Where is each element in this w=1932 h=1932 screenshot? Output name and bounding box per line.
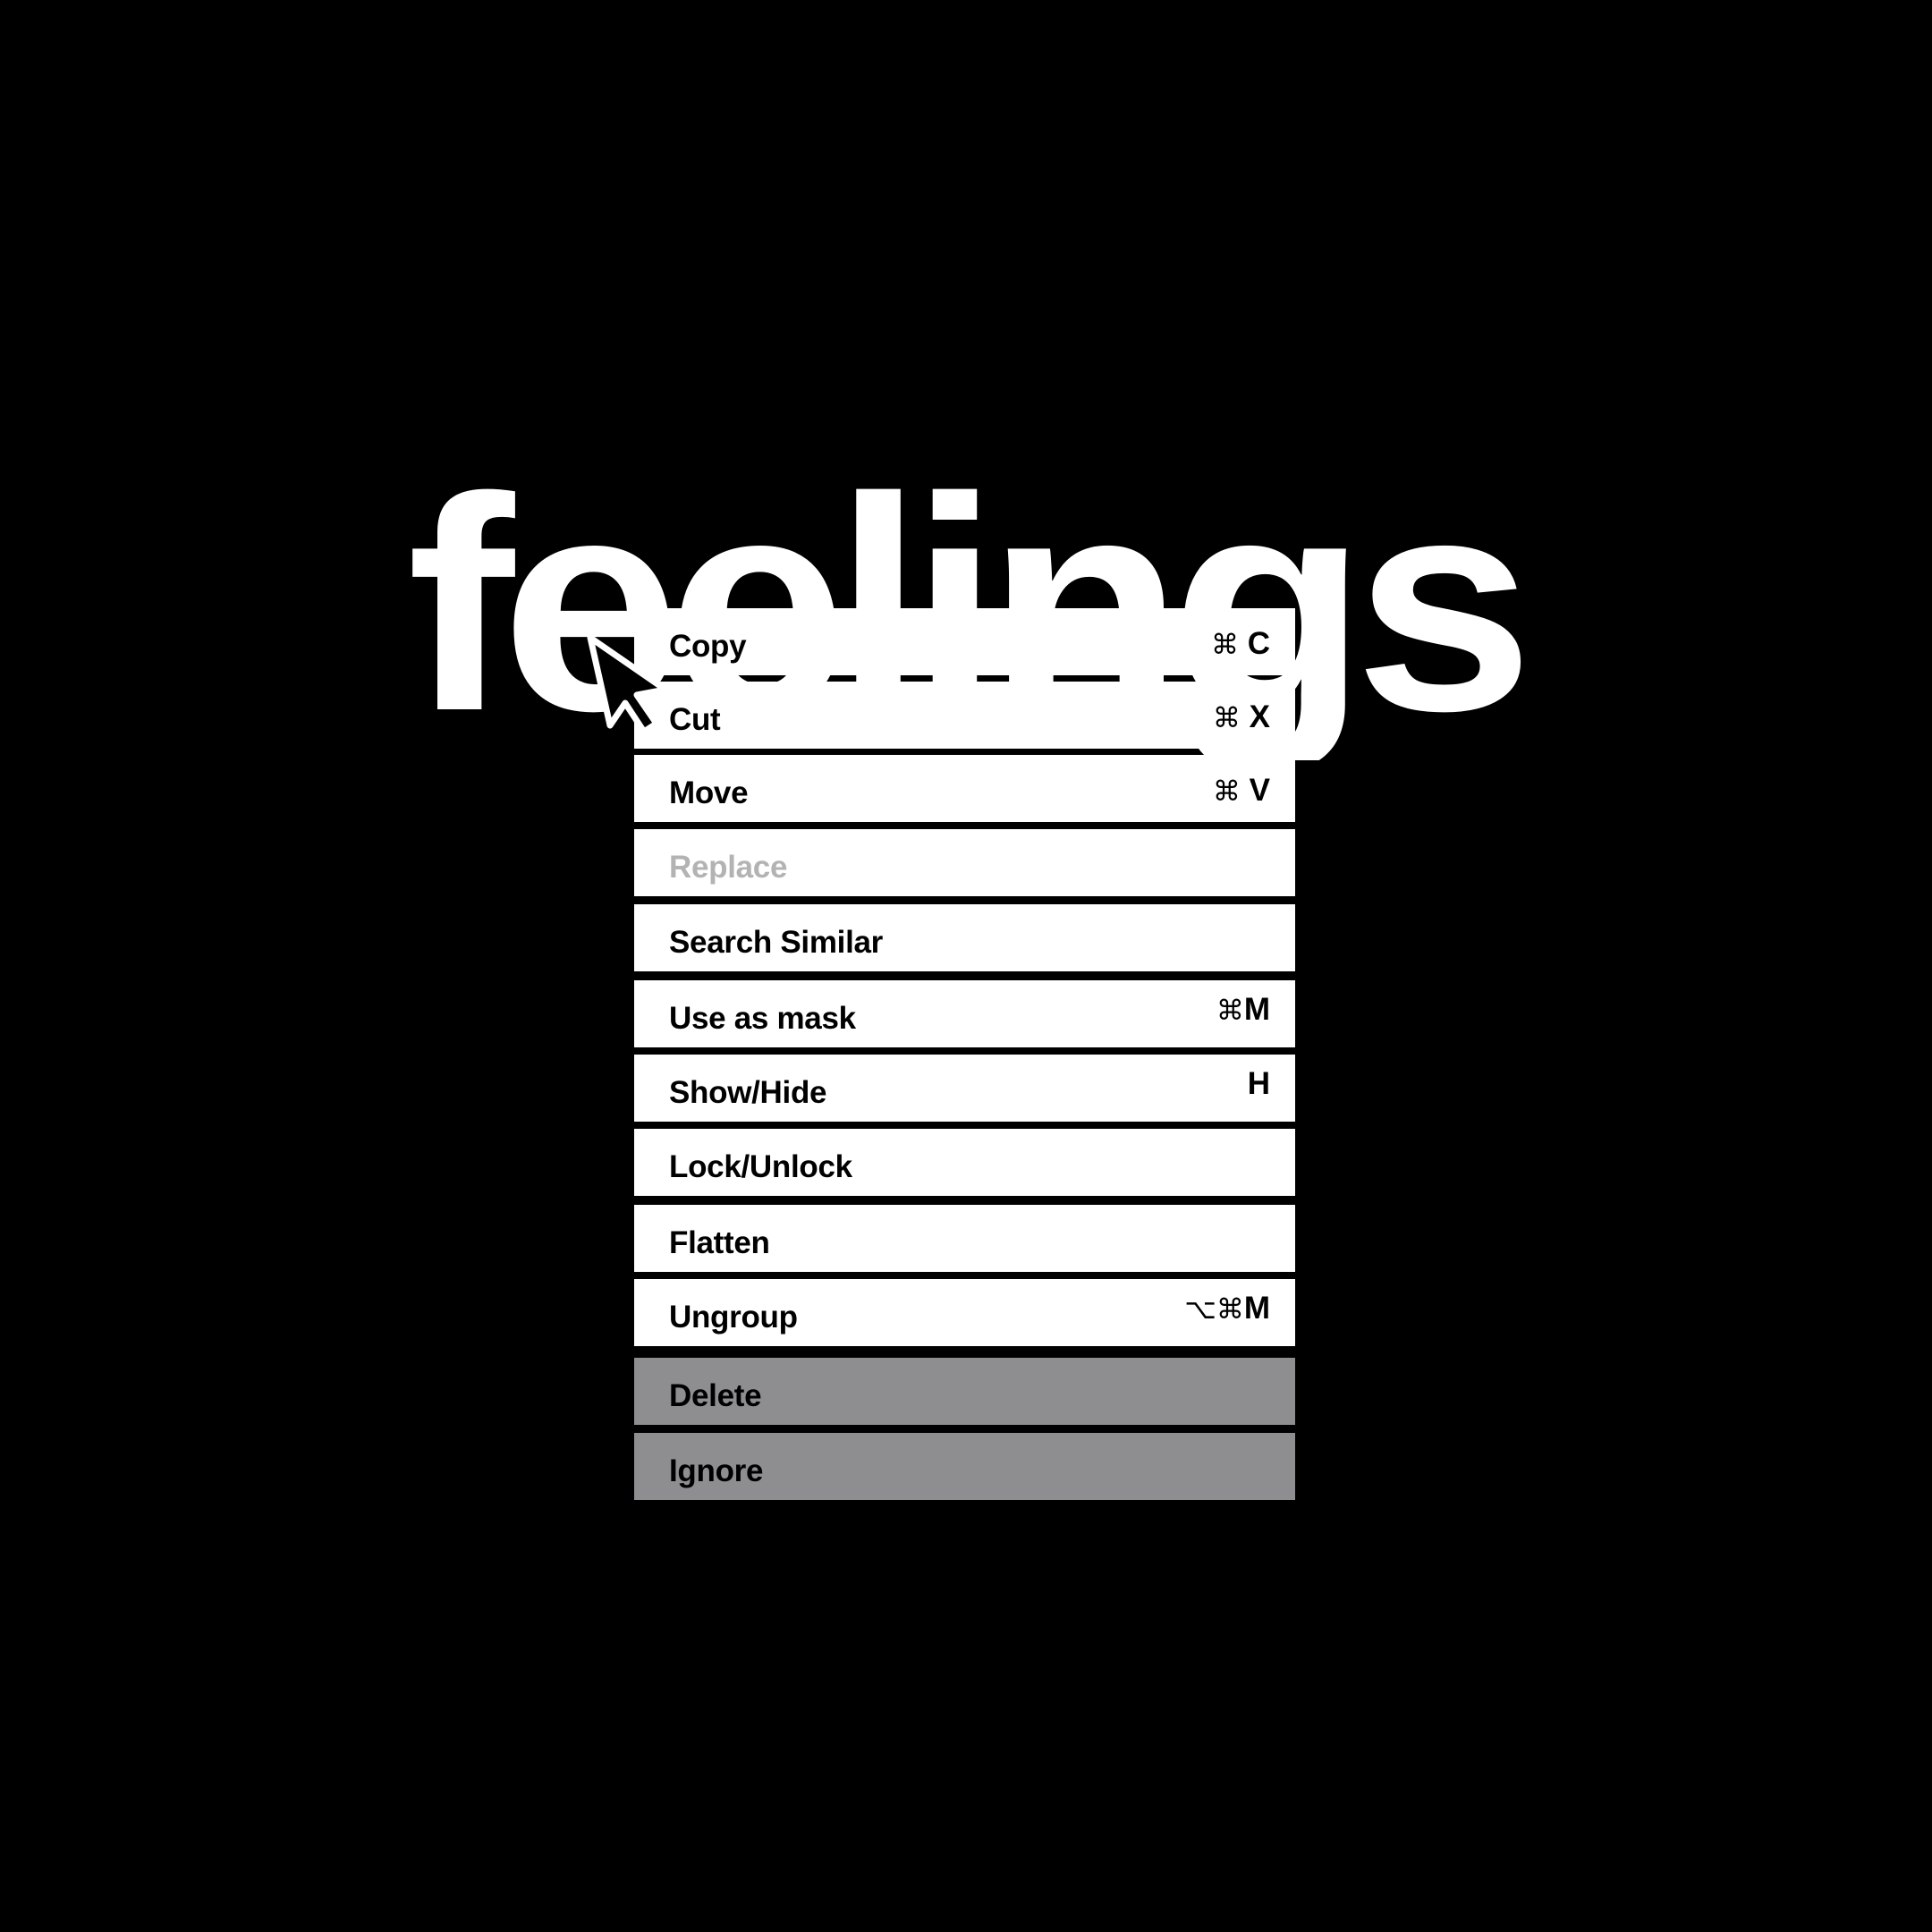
menu-item-ungroup[interactable]: Ungroup ⌥⌘M (634, 1279, 1295, 1346)
command-key-icon: ⌘ (1216, 995, 1244, 1027)
shortcut-ungroup: ⌥⌘M (1184, 1291, 1270, 1326)
menu-item-replace: Replace (634, 829, 1295, 896)
menu-item-label: Ignore (669, 1453, 764, 1488)
menu-item-delete[interactable]: Delete (634, 1358, 1295, 1425)
menu-item-label: Replace (669, 850, 788, 885)
shortcut-show-hide: H (1247, 1066, 1270, 1101)
menu-item-flatten[interactable]: Flatten (634, 1205, 1295, 1272)
menu-item-lock-unlock[interactable]: Lock/Unlock (634, 1129, 1295, 1196)
option-command-keys-icon: ⌥⌘ (1184, 1293, 1244, 1326)
canvas: { "headline": "feelings", "menu": { "ite… (0, 0, 1932, 1932)
shortcut-cut: ⌘ X (1212, 699, 1270, 734)
shortcut-copy: ⌘ C (1210, 626, 1270, 661)
shortcut-use-as-mask: ⌘M (1216, 992, 1270, 1027)
menu-item-label: Ungroup (669, 1300, 798, 1335)
menu-item-use-as-mask[interactable]: Use as mask ⌘M (634, 980, 1295, 1047)
command-key-icon: ⌘ (1212, 702, 1241, 734)
menu-item-ignore[interactable]: Ignore (634, 1433, 1295, 1500)
menu-item-label: Delete (669, 1378, 762, 1413)
arrow-cursor-icon (587, 634, 669, 735)
menu-item-label: Use as mask (669, 1001, 856, 1036)
command-key-icon: ⌘ (1212, 775, 1241, 808)
menu-item-label: Search Similar (669, 925, 883, 960)
menu-item-cut[interactable]: Cut ⌘ X (634, 682, 1295, 749)
menu-item-show-hide[interactable]: Show/Hide H (634, 1055, 1295, 1122)
menu-item-label: Move (669, 775, 749, 810)
menu-item-label: Flatten (669, 1225, 770, 1260)
menu-item-search-similar[interactable]: Search Similar (634, 904, 1295, 971)
shortcut-move: ⌘ V (1212, 773, 1270, 808)
command-key-icon: ⌘ (1210, 629, 1239, 661)
menu-item-label: Lock/Unlock (669, 1149, 852, 1184)
menu-item-label: Show/Hide (669, 1075, 827, 1110)
menu-item-move[interactable]: Move ⌘ V (634, 755, 1295, 822)
menu-item-copy[interactable]: Copy ⌘ C (634, 608, 1295, 675)
